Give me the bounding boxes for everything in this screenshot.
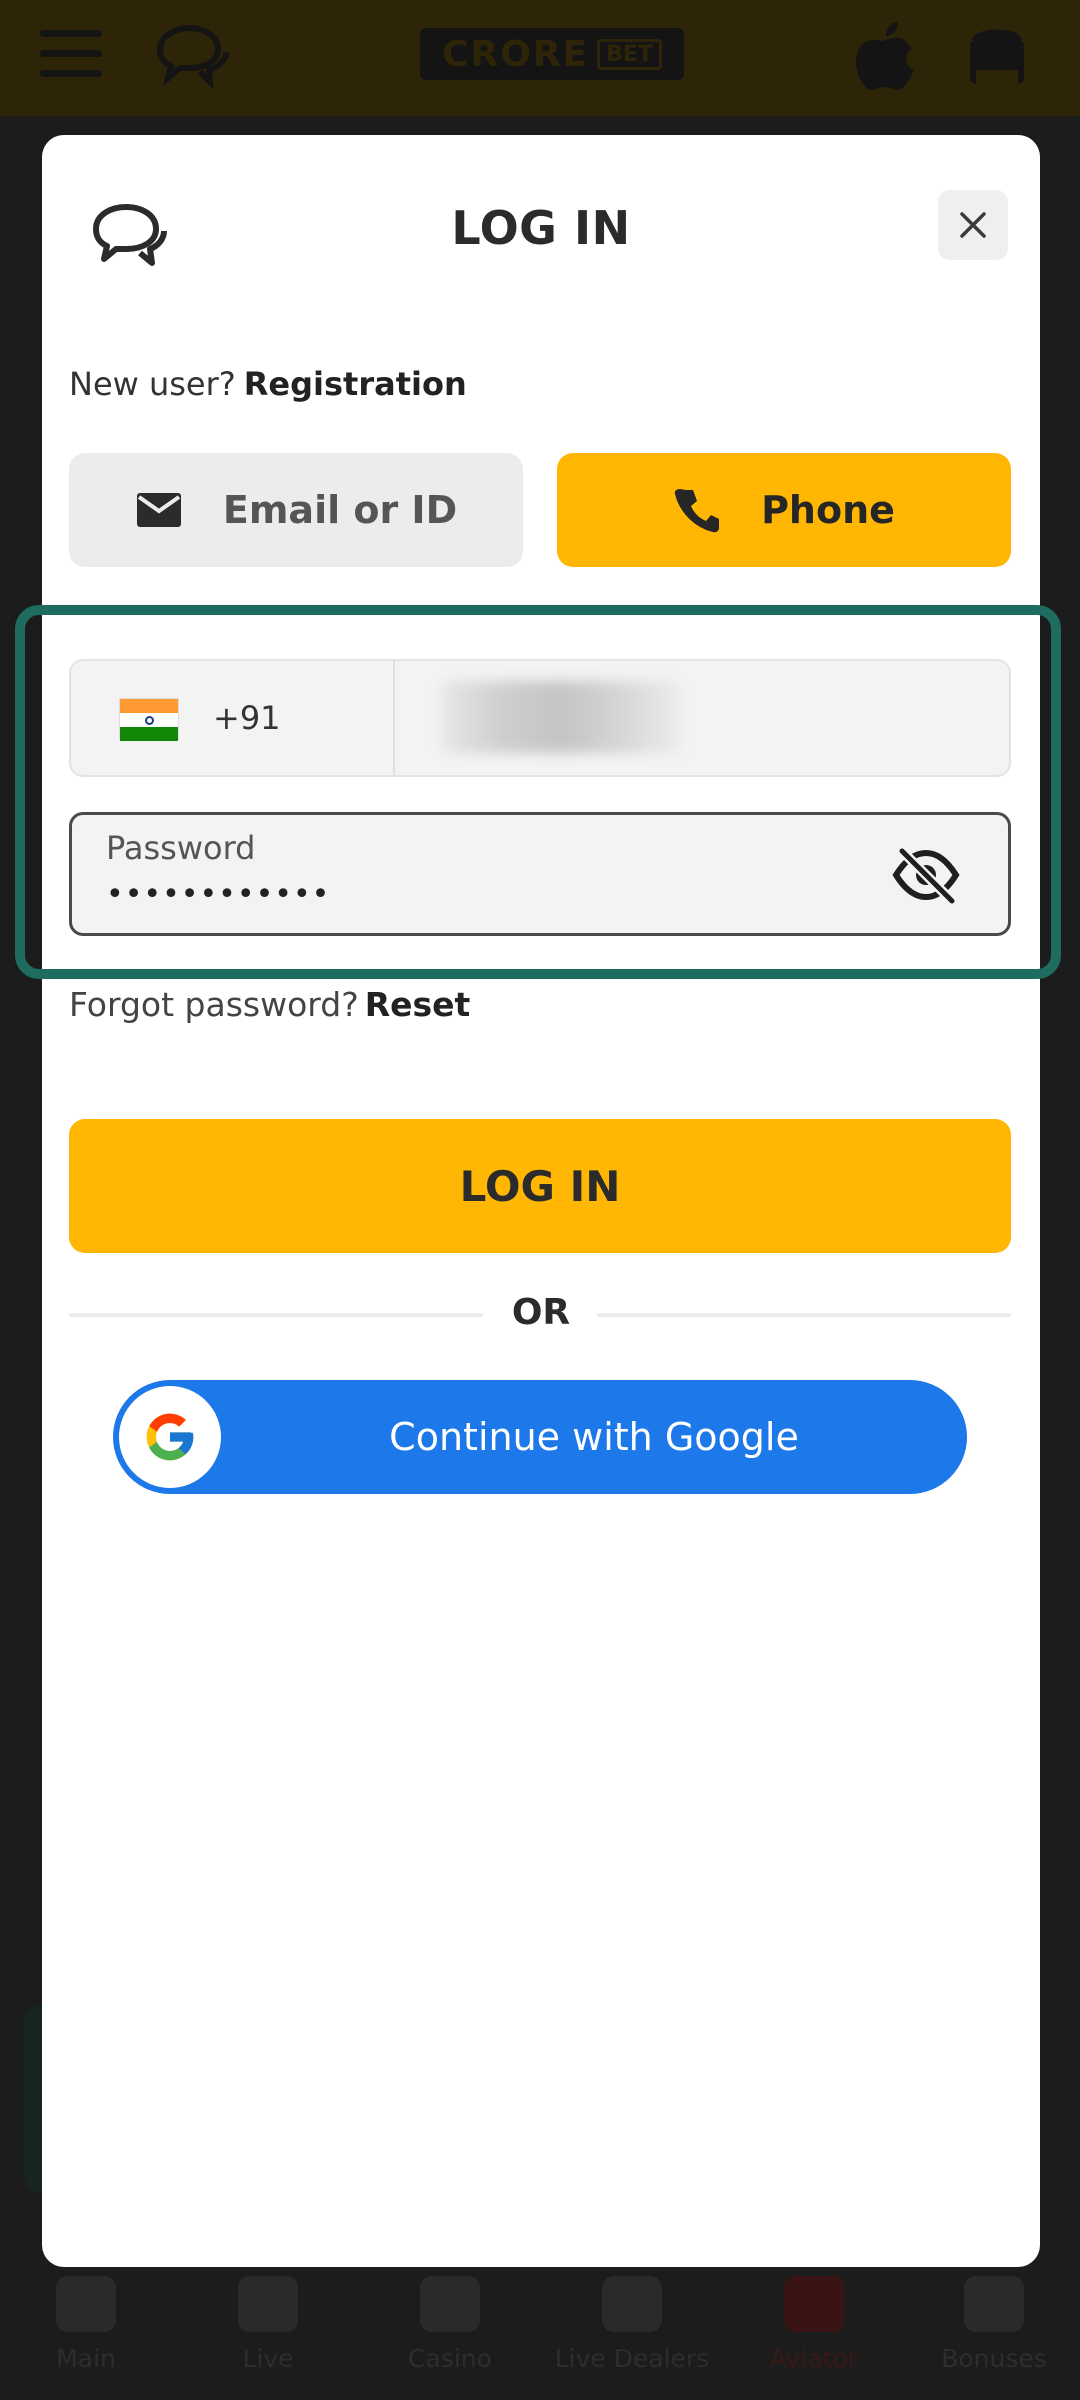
- stadium-icon: [238, 2276, 298, 2332]
- gift-icon: [964, 2276, 1024, 2332]
- password-label: Password: [106, 829, 256, 867]
- chat-icon[interactable]: [152, 22, 232, 88]
- plane-icon: [784, 2276, 844, 2332]
- modal-title: LOG IN: [451, 201, 631, 255]
- close-button[interactable]: [938, 190, 1008, 260]
- nav-item-bonuses[interactable]: Bonuses: [914, 2276, 1074, 2373]
- bottom-navigation: Main Live Casino Live Dealers Aviator Bo…: [0, 2266, 1080, 2400]
- apple-icon[interactable]: [854, 18, 918, 92]
- dealer-icon: [602, 2276, 662, 2332]
- nav-label: Aviator: [769, 2344, 859, 2373]
- password-field[interactable]: Password ••••••••••••: [69, 812, 1011, 936]
- chips-icon: [420, 2276, 480, 2332]
- field-divider: [393, 661, 395, 775]
- phone-number-input[interactable]: [441, 681, 681, 753]
- nav-item-aviator[interactable]: Aviator: [734, 2276, 894, 2373]
- hamburger-menu-icon[interactable]: [40, 30, 102, 78]
- logo-tag: BET: [597, 38, 662, 70]
- new-user-row: New user? Registration: [69, 365, 467, 403]
- login-modal: LOG IN New user? Registration Email or ID…: [15, 135, 1061, 2267]
- login-button[interactable]: LOG IN: [69, 1119, 1011, 1253]
- nav-item-main[interactable]: Main: [6, 2276, 166, 2373]
- reset-link[interactable]: Reset: [365, 985, 471, 1024]
- tab-phone-label: Phone: [761, 488, 895, 532]
- nav-label: Main: [56, 2344, 116, 2373]
- mail-icon: [136, 493, 181, 527]
- crorebet-logo[interactable]: CRORE BET: [420, 28, 684, 80]
- nav-item-casino[interactable]: Casino: [370, 2276, 530, 2373]
- forgot-password-row: Forgot password? Reset: [69, 985, 470, 1024]
- tab-email-label: Email or ID: [222, 488, 458, 532]
- phone-input-group: +91: [69, 659, 1011, 777]
- password-value[interactable]: ••••••••••••: [106, 877, 330, 912]
- forgot-text: Forgot password?: [69, 985, 359, 1024]
- google-logo-icon: [119, 1386, 221, 1488]
- google-button-label: Continue with Google: [389, 1415, 799, 1459]
- or-divider-right: [597, 1313, 1011, 1317]
- grid-icon: [56, 2276, 116, 2332]
- google-login-button[interactable]: Continue with Google: [113, 1380, 967, 1494]
- india-flag-icon[interactable]: [119, 698, 179, 741]
- nav-item-live-dealers[interactable]: Live Dealers: [552, 2276, 712, 2373]
- top-bar: CRORE BET: [0, 0, 1080, 116]
- tab-phone[interactable]: Phone: [557, 453, 1011, 567]
- android-icon[interactable]: [962, 18, 1032, 92]
- close-icon: [960, 212, 986, 238]
- logo-word: CRORE: [442, 33, 590, 75]
- new-user-text: New user?: [69, 365, 236, 403]
- nav-label: Live: [242, 2344, 294, 2373]
- phone-icon: [674, 489, 720, 533]
- nav-label: Live Dealers: [554, 2344, 710, 2373]
- nav-label: Casino: [408, 2344, 492, 2373]
- nav-label: Bonuses: [941, 2344, 1047, 2373]
- nav-item-live[interactable]: Live: [188, 2276, 348, 2373]
- registration-link[interactable]: Registration: [244, 365, 467, 403]
- side-support-tab[interactable]: [24, 2004, 44, 2194]
- eye-off-icon[interactable]: [890, 845, 962, 905]
- tab-email-or-id[interactable]: Email or ID: [69, 453, 523, 567]
- country-code[interactable]: +91: [213, 699, 281, 737]
